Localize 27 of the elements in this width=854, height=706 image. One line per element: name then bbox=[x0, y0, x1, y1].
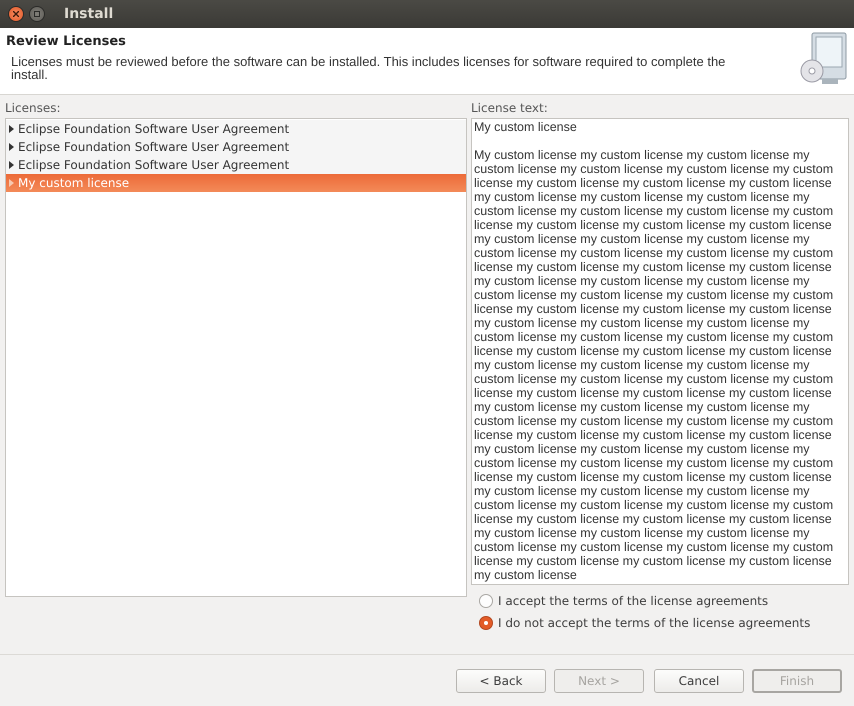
radio-button[interactable] bbox=[479, 594, 493, 608]
window-title: Install bbox=[64, 6, 114, 22]
license-heading: My custom license bbox=[474, 120, 578, 134]
license-item[interactable]: Eclipse Foundation Software User Agreement bbox=[6, 138, 466, 156]
license-name: Eclipse Foundation Software User Agreement bbox=[18, 158, 290, 172]
license-name: Eclipse Foundation Software User Agreement bbox=[18, 122, 290, 136]
license-body: My custom license my custom license my custom license my custom license my custom license my custom license my custom license my custom license my custom license my custom license my custom license my custom license my custom license my custom license my custom license my custom license my custom license my custom license my custom license my custom license my custom license my custom license my custom license my custom license my custom license my custom license my custom license my custom license my custom license my custom license my custom license my custom license my custom license my custom license my custom license my custom license my custom license my custom license my custom license my custom license my custom license my custom license my custom license my custom license my custom license my custom license my custom license my custom license my custom license my custom license my custom license my custom license my custom license my custom license my custom license my custom license my custom license my custom license my custom license my custom license my custom license my custom license my custom license my custom license my custom license my custom license my custom license my custom license my custom license my custom license my custom license my custom license my custom license my custom license my custom license my custom license my custom license my custom license my custom license my custom license my custom license my custom license my custom license my custom license my custom license my custom license my custom license my custom license my custom license my custom license my custom license my custom license my custom license my custom license my custom license my custom license my custom license my custom license my custom license my custom license my custom license bbox=[474, 148, 834, 582]
radio-button[interactable] bbox=[479, 616, 493, 630]
minimize-button[interactable] bbox=[29, 6, 45, 22]
license-item[interactable]: Eclipse Foundation Software User Agreement bbox=[6, 156, 466, 174]
license-item[interactable]: Eclipse Foundation Software User Agreement bbox=[6, 120, 466, 138]
license-text-label: License text: bbox=[471, 101, 549, 115]
close-icon bbox=[13, 11, 19, 17]
page-title: Review Licenses bbox=[6, 34, 127, 49]
radio-label[interactable]: I do not accept the terms of the license agreements bbox=[498, 616, 810, 630]
close-button[interactable] bbox=[8, 6, 24, 22]
expand-arrow-icon[interactable] bbox=[9, 125, 14, 133]
expand-arrow-icon[interactable] bbox=[9, 161, 14, 169]
minimize-icon bbox=[34, 11, 40, 17]
dialog-button[interactable]: Cancel bbox=[654, 668, 744, 692]
license-name: Eclipse Foundation Software User Agreement bbox=[18, 140, 290, 154]
licenses-label: Licenses: bbox=[5, 101, 62, 115]
dialog-button[interactable]: < Back bbox=[456, 668, 546, 692]
page-description: Licenses must be reviewed before the software can be installed. This includes licenses for software required to complete the install. bbox=[10, 55, 726, 81]
radio-label[interactable]: I accept the terms of the license agreements bbox=[498, 594, 768, 608]
license-name: My custom license bbox=[18, 176, 130, 190]
expand-arrow-icon[interactable] bbox=[9, 143, 14, 151]
